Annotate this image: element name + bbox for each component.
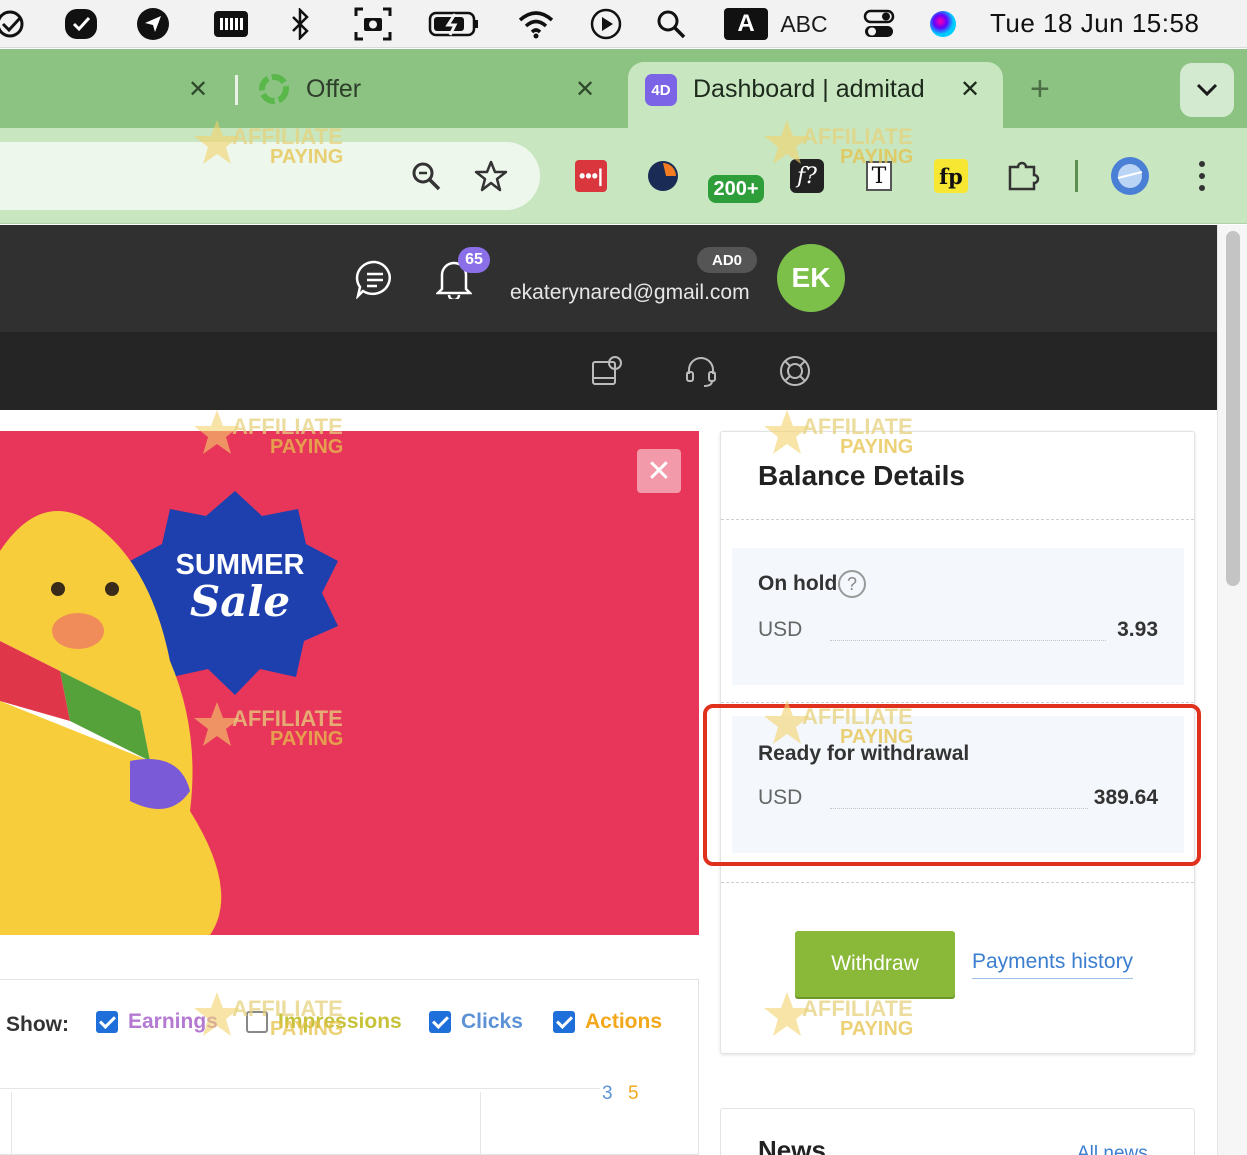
grid-line xyxy=(11,1092,12,1155)
account-tag: AD0 xyxy=(697,247,757,273)
profile-avatar-icon[interactable] xyxy=(1110,156,1150,196)
screenshot-icon[interactable] xyxy=(354,7,392,41)
watermark-logo: AFFILIATE PAYING xyxy=(192,408,343,463)
filter-actions-label: Actions xyxy=(585,1010,663,1033)
lastpass-extension-icon[interactable]: •••| xyxy=(575,160,607,192)
toolbar-divider xyxy=(1075,160,1078,192)
news-title: News xyxy=(758,1135,826,1155)
watermark-logo: AFFILIATE PAYING xyxy=(192,118,343,173)
user-avatar[interactable]: EK xyxy=(777,244,845,312)
zoom-icon[interactable] xyxy=(410,160,442,192)
tab-dashboard[interactable]: 4D Dashboard | admitad ✕ xyxy=(628,62,1003,130)
support-headset-icon[interactable] xyxy=(684,354,718,388)
bookmark-star-icon[interactable] xyxy=(474,159,508,193)
on-hold-currency: USD xyxy=(758,618,803,641)
show-label: Show: xyxy=(6,1013,69,1036)
input-source-icon[interactable]: A xyxy=(724,8,768,40)
watermark-logo: AFFILIATE PAYING xyxy=(762,118,913,173)
tab-search-button[interactable] xyxy=(1180,63,1234,117)
divider xyxy=(721,882,1194,883)
mascot-illustration xyxy=(0,491,338,935)
page-scrollbar[interactable] xyxy=(1217,225,1247,1155)
tab-dashboard-close-button[interactable]: ✕ xyxy=(960,75,980,104)
new-tab-button[interactable]: + xyxy=(1030,49,1058,129)
scrollbar-thumb[interactable] xyxy=(1226,231,1240,586)
tab-divider xyxy=(235,75,238,105)
on-hold-section: On hold ? USD 3.93 xyxy=(732,548,1184,685)
macos-menu-bar: A ABC Tue 18 Jun 15:58 xyxy=(0,0,1247,48)
send-arrow-icon[interactable] xyxy=(135,8,171,40)
admitad-favicon-icon: 4D xyxy=(645,74,677,106)
chart-top-line xyxy=(0,1088,600,1089)
checkbox-checked-icon[interactable] xyxy=(429,1011,451,1033)
banner-close-button[interactable]: ✕ xyxy=(637,449,681,493)
bluetooth-icon[interactable] xyxy=(286,8,314,40)
checkbox-checked-icon[interactable] xyxy=(553,1011,575,1033)
input-source-label: ABC xyxy=(780,10,828,37)
tab-offer-close-button[interactable]: ✕ xyxy=(575,49,599,129)
spotlight-search-icon[interactable] xyxy=(655,8,687,40)
keyboard-icon[interactable] xyxy=(213,8,249,40)
chat-icon[interactable] xyxy=(355,259,395,299)
menu-bar-clock[interactable]: Tue 18 Jun 15:58 xyxy=(990,8,1199,39)
wifi-icon[interactable] xyxy=(517,8,555,40)
watermark-logo: AFFILIATE PAYING xyxy=(192,990,343,1045)
control-center-icon[interactable] xyxy=(862,8,896,40)
browser-menu-icon[interactable] xyxy=(1196,158,1208,194)
news-card: News All news xyxy=(720,1108,1195,1155)
tab-offer-label: Offer xyxy=(306,74,362,103)
play-circle-icon[interactable] xyxy=(589,8,623,40)
dotted-leader xyxy=(830,640,1106,641)
balance-title: Balance Details xyxy=(758,460,965,491)
promo-banner[interactable]: SUMMER Sale ✕ xyxy=(0,431,699,935)
knowledge-base-icon[interactable] xyxy=(590,354,624,388)
input-source-letter: A xyxy=(724,8,768,40)
site-header: 65 AD0 ekaterynared@gmail.com EK xyxy=(0,225,1217,332)
divider xyxy=(721,519,1194,520)
battery-icon[interactable] xyxy=(428,8,480,40)
grid-line xyxy=(480,1092,481,1155)
site-subnav xyxy=(0,332,1217,410)
offer-favicon-icon xyxy=(258,73,290,105)
checkbox-checked-icon[interactable] xyxy=(96,1011,118,1033)
legend-value-actions: 5 xyxy=(628,1083,639,1104)
filter-clicks-label: Clicks xyxy=(461,1010,523,1033)
filter-clicks[interactable]: Clicks xyxy=(429,1010,523,1034)
checkmark-icon[interactable] xyxy=(0,8,30,40)
watermark-logo: AFFILIATE PAYING xyxy=(762,698,913,753)
extensions-puzzle-icon[interactable] xyxy=(1006,159,1042,193)
extension-badge[interactable]: 200+ xyxy=(708,175,764,203)
on-hold-amount: 3.93 xyxy=(1117,618,1158,641)
notification-count-badge: 65 xyxy=(458,247,490,273)
siri-icon[interactable] xyxy=(926,8,960,40)
tab-dashboard-label: Dashboard | admitad xyxy=(693,75,925,103)
help-lifebuoy-icon[interactable] xyxy=(778,354,812,388)
watermark-logo: AFFILIATE PAYING xyxy=(762,408,913,463)
filter-actions[interactable]: Actions xyxy=(553,1010,662,1034)
heart-check-icon[interactable] xyxy=(63,8,99,40)
withdraw-button[interactable]: Withdraw xyxy=(795,931,955,997)
all-news-link[interactable]: All news xyxy=(1077,1143,1148,1155)
watermark-logo: AFFILIATE PAYING xyxy=(762,990,913,1045)
watermark-logo: AFFILIATE PAYING xyxy=(192,700,343,755)
tab-offer[interactable]: Offer xyxy=(258,49,558,129)
browser-tab-strip: ✕ Offer ✕ + xyxy=(0,49,1247,129)
user-email[interactable]: ekaterynared@gmail.com xyxy=(510,281,750,305)
tab-close-button[interactable]: ✕ xyxy=(188,49,212,129)
help-icon[interactable]: ? xyxy=(838,570,866,598)
on-hold-label: On hold xyxy=(758,572,838,595)
legend-value-clicks: 3 xyxy=(602,1083,613,1104)
chevron-down-icon xyxy=(1196,83,1218,97)
banner-subheadline: Sale xyxy=(189,577,291,626)
payments-history-link[interactable]: Payments history xyxy=(972,950,1134,979)
similarweb-extension-icon[interactable] xyxy=(646,159,680,193)
